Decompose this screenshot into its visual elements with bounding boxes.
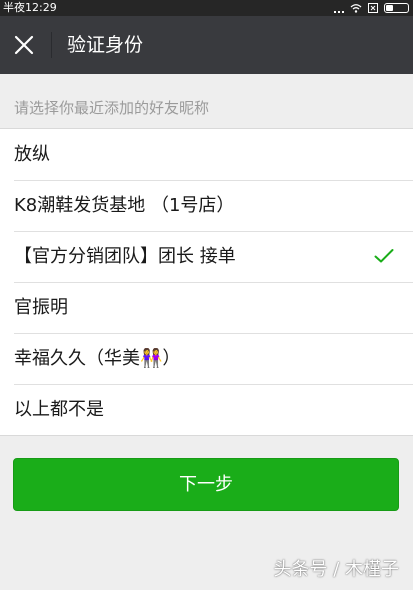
page-title: 验证身份 xyxy=(67,34,144,56)
close-icon xyxy=(14,35,34,55)
next-step-button[interactable]: 下一步 xyxy=(13,458,399,511)
option-label: 幸福久久（华美👭） xyxy=(14,348,181,369)
more-dots-icon xyxy=(334,3,344,13)
option-label: 放纵 xyxy=(14,144,50,165)
option-item-2[interactable]: 【官方分销团队】团长 接单 xyxy=(0,231,413,282)
option-item-5[interactable]: 以上都不是 xyxy=(0,384,413,435)
option-item-4[interactable]: 幸福久久（华美👭） xyxy=(0,333,413,384)
wifi-icon xyxy=(350,4,362,13)
option-label: K8潮鞋发货基地 （1号店） xyxy=(14,195,235,216)
checkmark-icon xyxy=(374,249,394,263)
status-icons xyxy=(334,3,409,13)
option-label: 以上都不是 xyxy=(14,399,104,420)
watermark: 头条号 / 木槿子 xyxy=(273,559,399,580)
no-sim-icon xyxy=(368,3,378,13)
status-time: 半夜12:29 xyxy=(3,1,57,14)
option-label: 官振明 xyxy=(14,297,68,318)
option-item-3[interactable]: 官振明 xyxy=(0,282,413,333)
option-item-1[interactable]: K8潮鞋发货基地 （1号店） xyxy=(0,180,413,231)
nav-divider xyxy=(51,32,52,58)
option-item-0[interactable]: 放纵 xyxy=(0,129,413,180)
battery-icon xyxy=(384,3,409,13)
status-bar: 半夜12:29 xyxy=(0,0,413,16)
close-button[interactable] xyxy=(6,27,42,63)
option-list: 放纵 K8潮鞋发货基地 （1号店） 【官方分销团队】团长 接单 官振明 幸福久久… xyxy=(0,128,413,436)
option-label: 【官方分销团队】团长 接单 xyxy=(14,246,236,267)
nav-bar: 验证身份 xyxy=(0,16,413,74)
prompt-text: 请选择你最近添加的好友昵称 xyxy=(14,99,210,117)
